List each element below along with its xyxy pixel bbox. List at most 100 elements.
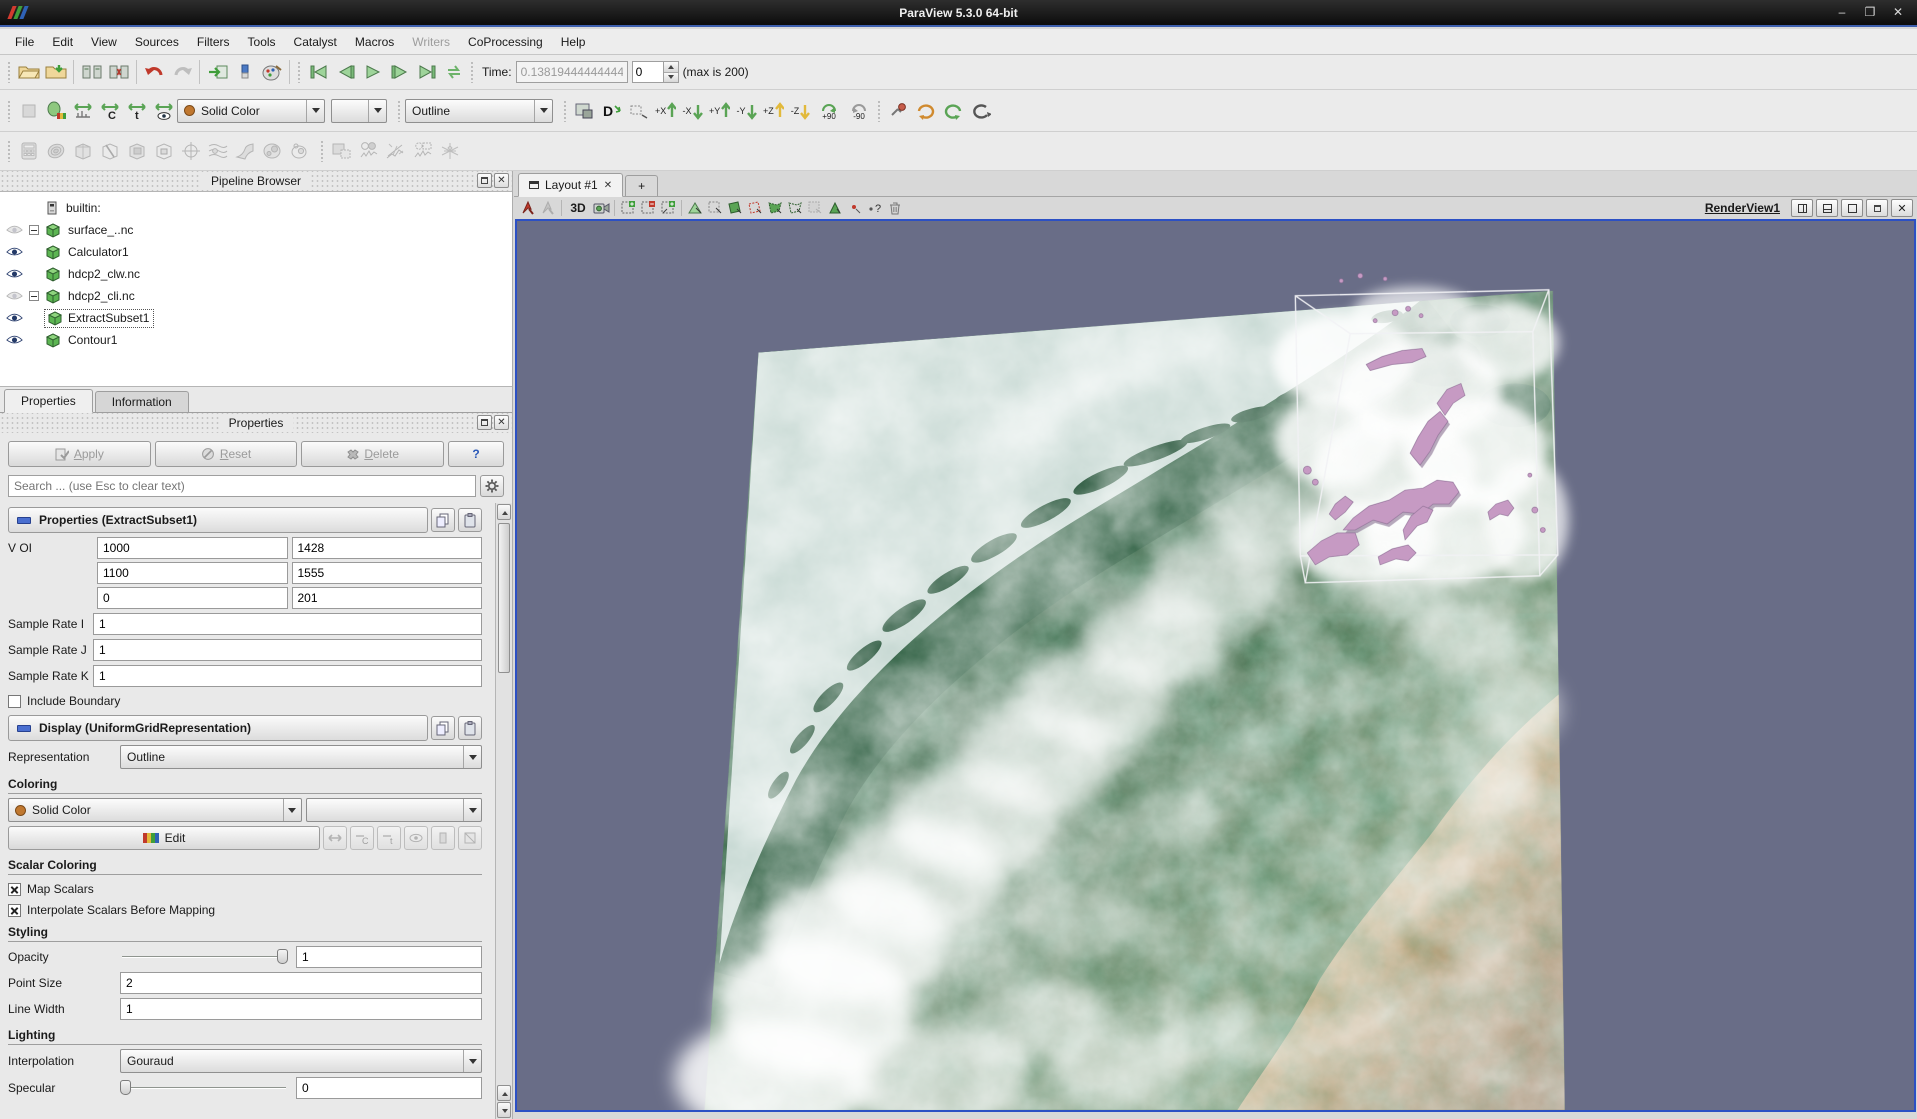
color-palette-icon[interactable] [258, 59, 285, 86]
menu-filters[interactable]: Filters [188, 31, 239, 53]
reset-camera-closest-icon[interactable] [625, 97, 652, 124]
edit-interaction-icon[interactable] [518, 199, 538, 217]
tree-expander-icon[interactable] [29, 225, 39, 235]
scroll-up-icon[interactable] [497, 1085, 511, 1101]
color-by-combo[interactable]: Solid Color [177, 99, 325, 123]
voi-i-min-input[interactable] [97, 537, 288, 559]
properties-scrollbar[interactable] [495, 503, 512, 1119]
specular-slider[interactable] [120, 1079, 288, 1097]
rotate-camera-ccw-icon[interactable] [939, 97, 966, 124]
copy-properties-icon[interactable] [431, 508, 455, 532]
toolbar-handle[interactable] [7, 140, 12, 162]
delete-all-icon[interactable] [231, 59, 258, 86]
view-minus-y-icon[interactable]: -Y [733, 97, 760, 124]
view-plus-y-icon[interactable]: +Y [706, 97, 733, 124]
sample-rate-j-input[interactable] [93, 639, 482, 661]
open-file-icon[interactable] [15, 59, 42, 86]
minimize-button[interactable]: – [1831, 4, 1853, 22]
split-horizontal-icon[interactable] [1791, 199, 1813, 217]
interpolate-scalars-row[interactable]: Interpolate Scalars Before Mapping [8, 903, 482, 917]
select-cells-frustum-icon[interactable] [765, 199, 785, 217]
clear-selection-icon[interactable] [885, 199, 905, 217]
pipeline-item-hdcp2-cli[interactable]: hdcp2_cli.nc [0, 285, 512, 307]
help-button[interactable]: ? [448, 441, 504, 467]
maximize-button[interactable]: ❐ [1859, 4, 1881, 22]
render-viewport[interactable] [515, 219, 1916, 1112]
select-points-frustum-icon[interactable] [785, 199, 805, 217]
visibility-eye-icon[interactable] [6, 246, 23, 258]
pipeline-item-hdcp2-clw[interactable]: hdcp2_clw.nc [0, 263, 512, 285]
roll-camera-icon[interactable] [966, 97, 993, 124]
menu-edit[interactable]: Edit [43, 31, 82, 53]
pipeline-item-builtin[interactable]: builtin: [0, 197, 512, 219]
select-cells-poly-icon[interactable] [725, 199, 745, 217]
zoom-to-data-icon[interactable]: D [598, 97, 625, 124]
search-options-button[interactable] [480, 475, 504, 497]
menu-file[interactable]: File [6, 31, 43, 53]
rotate-90-ccw-icon[interactable]: -90 [844, 97, 874, 124]
apply-button[interactable]: Apply [8, 441, 151, 467]
toolbar-handle[interactable] [7, 100, 12, 122]
select-view-icon[interactable] [571, 97, 598, 124]
interactive-select-cells-icon[interactable] [825, 199, 845, 217]
toolbar-handle[interactable] [297, 61, 302, 83]
view-minus-z-icon[interactable]: -Z [787, 97, 814, 124]
pipeline-browser-titlebar[interactable]: Pipeline Browser ✕ [0, 171, 512, 191]
frame-up-icon[interactable] [664, 62, 678, 73]
rescale-to-temporal-range-icon[interactable]: t [123, 97, 150, 124]
edit-color-map-icon[interactable] [42, 97, 69, 124]
point-size-input[interactable] [120, 972, 482, 994]
visibility-eye-icon[interactable] [6, 312, 23, 324]
select-cells-rect-icon[interactable] [685, 199, 705, 217]
scroll-down-icon[interactable] [497, 1102, 511, 1118]
selected-pipeline-item[interactable]: ExtractSubset1 [44, 309, 154, 328]
voi-i-max-input[interactable] [292, 537, 483, 559]
menu-tools[interactable]: Tools [239, 31, 285, 53]
save-data-icon[interactable] [42, 59, 69, 86]
menu-sources[interactable]: Sources [126, 31, 188, 53]
view-plus-z-icon[interactable]: +Z [760, 97, 787, 124]
voi-j-max-input[interactable] [292, 562, 483, 584]
zoom-box-plus-icon[interactable] [618, 199, 638, 217]
menu-macros[interactable]: Macros [346, 31, 403, 53]
toolbar-handle[interactable] [877, 100, 882, 122]
toolbar-handle[interactable] [563, 100, 568, 122]
representation-combo[interactable]: Outline [405, 99, 553, 123]
map-scalars-row[interactable]: Map Scalars [8, 882, 482, 896]
adjust-camera-icon[interactable] [591, 199, 611, 217]
vcr-previous-frame-icon[interactable] [332, 59, 359, 86]
sample-rate-i-input[interactable] [93, 613, 482, 635]
render-view-name[interactable]: RenderView1 [1705, 201, 1780, 215]
scrollbar-thumb[interactable] [498, 523, 510, 673]
include-boundary-row[interactable]: Include Boundary [8, 694, 482, 708]
vcr-last-frame-icon[interactable] [413, 59, 440, 86]
float-panel-icon[interactable] [477, 415, 492, 430]
auto-apply-icon[interactable] [204, 59, 231, 86]
color-by-select[interactable]: Solid Color [8, 798, 302, 822]
vcr-next-frame-icon[interactable] [386, 59, 413, 86]
select-points-poly-icon[interactable] [745, 199, 765, 217]
tab-information[interactable]: Information [95, 391, 189, 412]
float-view-icon[interactable] [1866, 199, 1888, 217]
pipeline-item-extractsubset1-selected[interactable]: ExtractSubset1 [0, 307, 512, 329]
copy-display-icon[interactable] [431, 716, 455, 740]
view-minus-x-icon[interactable]: -X [679, 97, 706, 124]
opacity-slider[interactable] [120, 948, 288, 966]
menu-view[interactable]: View [82, 31, 126, 53]
undo-icon[interactable] [141, 59, 168, 86]
voi-k-max-input[interactable] [292, 587, 483, 609]
rotate-camera-cw-icon[interactable] [912, 97, 939, 124]
edit-color-map-button[interactable]: Edit [8, 826, 320, 850]
close-panel-icon[interactable]: ✕ [494, 173, 509, 188]
rescale-to-visible-range-icon[interactable] [150, 97, 177, 124]
frame-down-icon[interactable] [664, 73, 678, 83]
toggle-3d-mode-button[interactable]: 3D [565, 199, 591, 217]
voi-j-min-input[interactable] [97, 562, 288, 584]
vcr-first-frame-icon[interactable] [305, 59, 332, 86]
zoom-to-box-icon[interactable] [658, 199, 678, 217]
properties-titlebar[interactable]: Properties ✕ [0, 413, 512, 433]
pipeline-item-surface[interactable]: surface_..nc [0, 219, 512, 241]
vcr-loop-icon[interactable] [440, 59, 467, 86]
toolbar-handle[interactable] [470, 61, 475, 83]
visibility-eye-icon[interactable] [6, 224, 23, 236]
